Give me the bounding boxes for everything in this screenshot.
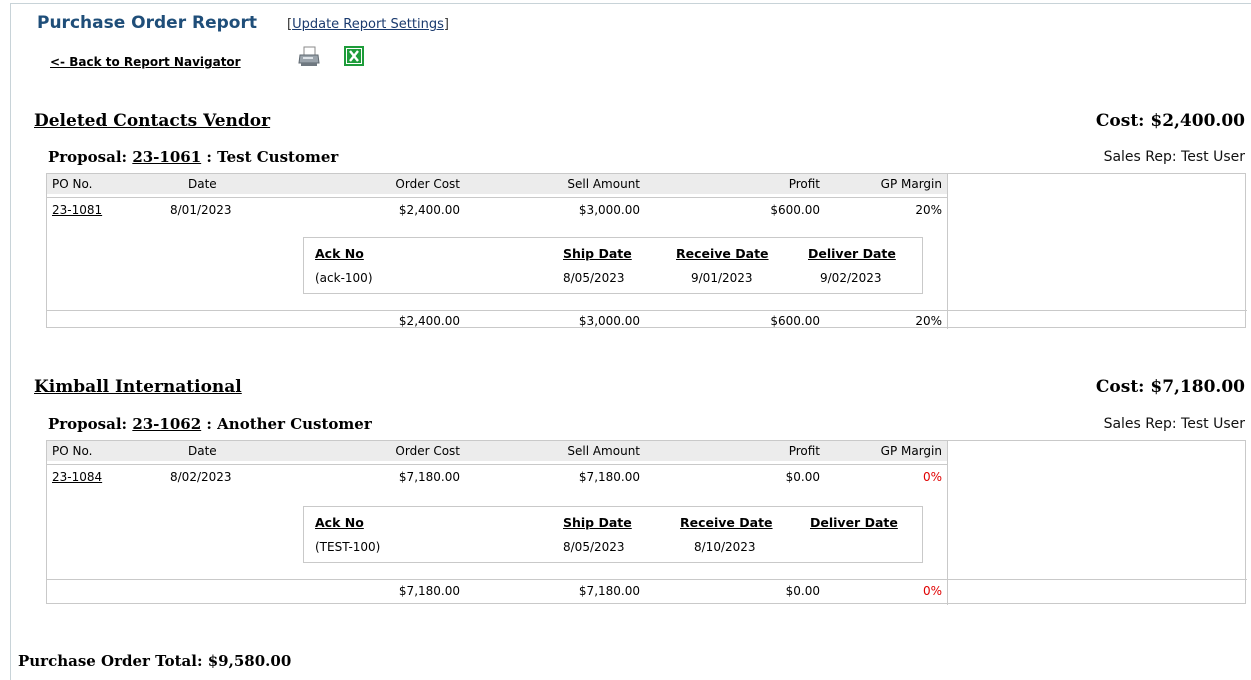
col-order-cost: Order Cost (395, 177, 460, 191)
po-order-cost: $2,400.00 (398, 203, 460, 217)
row-divider (47, 197, 947, 198)
po-table: PO No. Date Order Cost Sell Amount Profi… (46, 173, 1247, 329)
total-order-cost: $7,180.00 (398, 584, 460, 598)
proposal-prefix: Proposal: (48, 415, 133, 433)
totals-divider (47, 579, 1247, 580)
sales-rep: Sales Rep: Test User (1103, 149, 1245, 165)
col-order-cost: Order Cost (395, 444, 460, 458)
ack-col-deliver-date: Deliver Date (810, 515, 898, 530)
total-sell-amount: $3,000.00 (578, 314, 640, 328)
col-date: Date (188, 177, 217, 191)
ack-no: (ack-100) (315, 271, 373, 285)
po-number-link[interactable]: 23-1084 (52, 470, 102, 484)
col-sell-amount: Sell Amount (567, 444, 640, 458)
col-po-no: PO No. (52, 444, 93, 458)
total-sell-amount: $7,180.00 (578, 584, 640, 598)
bracket-close: ] (443, 17, 449, 32)
po-date: 8/02/2023 (170, 470, 232, 484)
total-profit: $600.00 (770, 314, 820, 328)
proposal-line: Proposal: 23-1062 : Another Customer (48, 415, 372, 433)
ack-deliver-date: 9/02/2023 (820, 271, 882, 285)
sales-rep: Sales Rep: Test User (1103, 416, 1245, 432)
back-to-report-navigator-link[interactable]: <- Back to Report Navigator (50, 55, 241, 69)
page-title: Purchase Order Report (37, 13, 257, 33)
po-order-cost: $7,180.00 (398, 470, 460, 484)
vendor-cost: Cost: $7,180.00 (1095, 377, 1245, 397)
vendor-name[interactable]: Deleted Contacts Vendor (34, 111, 270, 131)
po-number-link[interactable]: 23-1081 (52, 203, 102, 217)
col-gp-margin: GP Margin (880, 177, 942, 191)
col-profit: Profit (788, 177, 820, 191)
purchase-order-total-value: $9,580.00 (207, 652, 292, 670)
col-sell-amount: Sell Amount (567, 177, 640, 191)
po-profit: $0.00 (785, 470, 820, 484)
po-table: PO No. Date Order Cost Sell Amount Profi… (46, 440, 1247, 605)
row-divider (47, 464, 947, 465)
ack-col-ack-no: Ack No (315, 246, 364, 261)
total-gp-margin: 20% (915, 314, 942, 328)
table-right-border (947, 174, 948, 329)
col-po-no: PO No. (52, 177, 93, 191)
ack-ship-date: 8/05/2023 (563, 271, 625, 285)
ack-ship-date: 8/05/2023 (563, 540, 625, 554)
ack-no: (TEST-100) (315, 540, 381, 554)
po-date: 8/01/2023 (170, 203, 232, 217)
total-order-cost: $2,400.00 (398, 314, 460, 328)
proposal-prefix: Proposal: (48, 148, 133, 166)
print-icon[interactable] (298, 46, 320, 68)
ack-col-deliver-date: Deliver Date (808, 246, 896, 261)
update-report-settings-link[interactable]: Update Report Settings (292, 17, 444, 32)
ack-col-ship-date: Ship Date (563, 246, 632, 261)
proposal-link[interactable]: 23-1061 (132, 148, 201, 166)
vendor-cost: Cost: $2,400.00 (1095, 111, 1245, 131)
proposal-line: Proposal: 23-1061 : Test Customer (48, 148, 338, 166)
update-settings-wrap: [Update Report Settings] (287, 17, 449, 32)
po-sell-amount: $7,180.00 (578, 470, 640, 484)
ack-table: Ack No Ship Date Receive Date Deliver Da… (303, 237, 923, 294)
total-gp-margin: 0% (922, 584, 942, 598)
ack-table: Ack No Ship Date Receive Date Deliver Da… (303, 506, 923, 563)
po-sell-amount: $3,000.00 (578, 203, 640, 217)
col-profit: Profit (788, 444, 820, 458)
totals-divider (47, 310, 1247, 311)
po-gp-margin: 0% (922, 470, 942, 484)
ack-receive-date: 8/10/2023 (694, 540, 756, 554)
col-gp-margin: GP Margin (880, 444, 942, 458)
proposal-customer: : Another Customer (201, 415, 372, 433)
purchase-order-total-label: Purchase Order Total: (18, 652, 203, 670)
vendor-name[interactable]: Kimball International (34, 377, 242, 397)
ack-receive-date: 9/01/2023 (691, 271, 753, 285)
excel-icon[interactable] (344, 46, 364, 66)
col-date: Date (188, 444, 217, 458)
purchase-order-total: Purchase Order Total: $9,580.00 (18, 652, 291, 670)
po-gp-margin: 20% (915, 203, 942, 217)
proposal-customer: : Test Customer (201, 148, 339, 166)
proposal-link[interactable]: 23-1062 (132, 415, 201, 433)
ack-col-ship-date: Ship Date (563, 515, 632, 530)
total-profit: $0.00 (785, 584, 820, 598)
ack-col-receive-date: Receive Date (680, 515, 773, 530)
table-right-border (947, 441, 948, 605)
ack-col-receive-date: Receive Date (676, 246, 769, 261)
po-profit: $600.00 (770, 203, 820, 217)
ack-col-ack-no: Ack No (315, 515, 364, 530)
